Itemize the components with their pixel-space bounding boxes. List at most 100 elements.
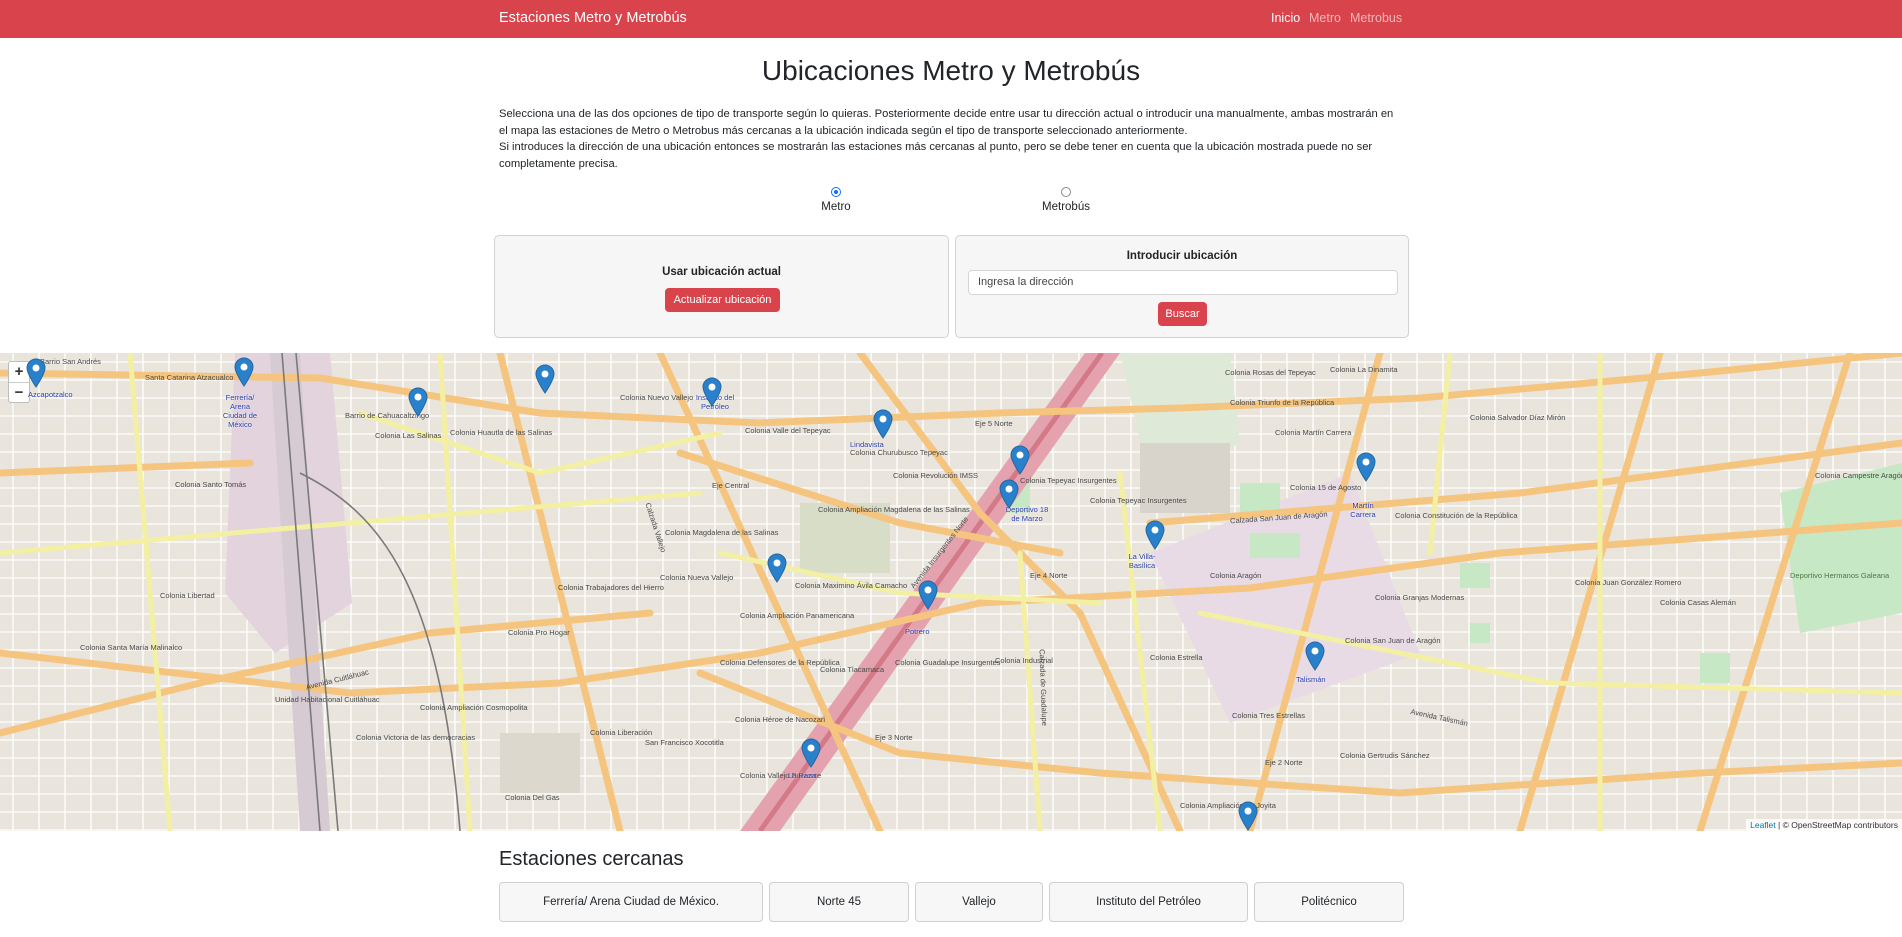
map-label: Colonia Victoria de las democracias (356, 733, 476, 742)
station-marker-icon[interactable] (1238, 801, 1258, 831)
map-label: Colonia 15 de Agosto (1290, 483, 1362, 492)
address-input[interactable]: Ingresa la dirección (968, 270, 1398, 295)
station-label: La Villa-Basílica (1128, 552, 1156, 570)
station-marker-icon[interactable] (702, 377, 722, 407)
map-label: Colonia Del Gas (505, 793, 560, 802)
station-label: Azcapotzalco (28, 390, 73, 399)
nearby-station-item[interactable]: Ferrería/ Arena Ciudad de México. (499, 882, 763, 922)
attribution-text: | © OpenStreetMap contributors (1778, 820, 1898, 830)
station-marker-icon[interactable] (873, 409, 893, 439)
nearby-station-item[interactable]: Vallejo (915, 882, 1043, 922)
navbar-brand[interactable]: Estaciones Metro y Metrobús (499, 10, 687, 26)
map-label: Colonia Granjas Modernas (1375, 593, 1465, 602)
station-marker-icon[interactable] (801, 738, 821, 768)
map-label: Colonia Tepeyac Insurgentes (1020, 476, 1117, 485)
station-marker-icon[interactable] (1145, 520, 1165, 550)
radio-metro[interactable]: Metro (796, 187, 876, 213)
map-attribution: Leaflet | © OpenStreetMap contributors (1746, 819, 1902, 831)
map-label: San Francisco Xocotitla (645, 738, 724, 747)
map-label: Colonia Churubusco Tepeyac (850, 448, 948, 457)
map-label: Colonia Las Salinas (375, 431, 442, 440)
map-label: Colonia Nueva Vallejo (660, 573, 734, 582)
map-label: Colonia Libertad (160, 591, 215, 600)
map-label: Santa Catarina Atzacualco (145, 373, 234, 382)
nearby-station-item[interactable]: Norte 45 (769, 882, 909, 922)
nav-link-metro[interactable]: Metro (1309, 11, 1341, 25)
station-marker-icon[interactable] (408, 387, 428, 417)
station-marker-icon[interactable] (1305, 641, 1325, 671)
map-tiles[interactable] (0, 353, 1902, 831)
map-label: Colonia Tepeyac Insurgentes (1090, 496, 1187, 505)
station-marker-icon[interactable] (767, 553, 787, 583)
station-marker-icon[interactable] (1010, 445, 1030, 475)
map-label: Eje 4 Norte (1030, 571, 1068, 580)
map[interactable]: + − Barrio San Andrés Santa Catarina Atz… (0, 353, 1902, 831)
map-label: Colonia Ampliación Panamericana (740, 611, 855, 620)
map-label: Colonia Revolución IMSS (893, 471, 979, 480)
map-label: Colonia Huautla de las Salinas (450, 428, 553, 437)
intro-text: Selecciona una de las dos opciones de ti… (499, 106, 1404, 172)
map-label: Colonia Ampliación Cosmopolita (420, 703, 528, 712)
nearby-station-item[interactable]: Instituto del Petróleo (1049, 882, 1248, 922)
search-button[interactable]: Buscar (1158, 302, 1207, 326)
nearby-stations-title: Estaciones cercanas (499, 848, 684, 870)
radio-metrobus-input[interactable] (1061, 187, 1071, 197)
map-label: Colonia Valle del Tepeyac (745, 426, 831, 435)
nearby-station-item[interactable]: Politécnico (1254, 882, 1404, 922)
map-label: Colonia Héroe de Nacozari (735, 715, 826, 724)
map-label: Colonia Rosas del Tepeyac (1225, 368, 1316, 377)
station-label: Ferrería/ Arena Ciudad de México (222, 393, 258, 429)
station-label: Talismán (1296, 675, 1326, 684)
radio-metro-label[interactable]: Metro (796, 201, 876, 213)
nav-link-inicio[interactable]: Inicio (1271, 11, 1300, 25)
map-label: Colonia Trabajadores del Hierro (558, 583, 664, 592)
map-label: Colonia Aragón (1210, 571, 1262, 580)
station-label: Lindavista (850, 440, 884, 449)
station-marker-icon[interactable] (999, 479, 1019, 509)
current-location-card: Usar ubicación actual Actualizar ubicaci… (494, 235, 949, 338)
station-marker-icon[interactable] (26, 358, 46, 388)
map-label: Colonia Martín Carrera (1275, 428, 1352, 437)
intro-paragraph-2: Si introduces la dirección de una ubicac… (499, 141, 1373, 170)
map-label: Colonia Ampliación Magdalena de las Sali… (818, 505, 970, 514)
station-marker-icon[interactable] (1356, 452, 1376, 482)
map-label: Colonia Constitución de la República (1395, 511, 1518, 520)
map-label: Eje 3 Norte (875, 733, 913, 742)
radio-metro-input[interactable] (831, 187, 841, 197)
station-label: Potrero (905, 627, 930, 636)
map-label: Deportivo Hermanos Galeana (1790, 571, 1890, 580)
radio-metrobus[interactable]: Metrobús (1026, 187, 1106, 213)
radio-metrobus-label[interactable]: Metrobús (1026, 201, 1106, 213)
map-label: Barrio San Andrés (40, 357, 101, 366)
map-label: Colonia Tlacamaca (820, 665, 885, 674)
map-label: Colonia Salvador Díaz Mirón (1470, 413, 1566, 422)
map-label: Colonia Pro Hogar (508, 628, 570, 637)
map-label: Colonia Santa María Malinalco (80, 643, 183, 652)
station-marker-icon[interactable] (918, 580, 938, 610)
map-label: Colonia Guadalupe Insurgentes (895, 658, 1001, 667)
station-marker-icon[interactable] (234, 357, 254, 387)
map-label: Colonia Ampliación La Joyita (1180, 801, 1276, 810)
map-label: Colonia Liberación (590, 728, 653, 737)
leaflet-link[interactable]: Leaflet (1750, 820, 1776, 830)
map-label: Colonia Santo Tomás (175, 480, 247, 489)
map-label: Colonia Juan González Romero (1575, 578, 1682, 587)
manual-location-card: Introducir ubicación Ingresa la direcció… (955, 235, 1409, 338)
map-label: Colonia Triunfo de la República (1230, 398, 1335, 407)
station-label: La Raza (788, 771, 816, 780)
map-label: Colonia Gertrudis Sánchez (1340, 751, 1430, 760)
navbar: Estaciones Metro y Metrobús Inicio Metro… (0, 0, 1902, 38)
page-title: Ubicaciones Metro y Metrobús (761, 55, 1141, 86)
current-location-title: Usar ubicación actual (662, 266, 781, 278)
map-label: Colonia Magdalena de las Salinas (665, 528, 779, 537)
station-marker-icon[interactable] (535, 364, 555, 394)
map-label: Colonia San Juan de Aragón (1345, 636, 1441, 645)
update-location-button[interactable]: Actualizar ubicación (665, 288, 780, 312)
map-label: Colonia Nuevo Vallejo (620, 393, 694, 402)
nav-link-metrobus[interactable]: Metrobus (1350, 11, 1402, 25)
map-label: Colonia Estrella (1150, 653, 1203, 662)
map-label: Eje 5 Norte (975, 419, 1013, 428)
manual-location-title: Introducir ubicación (1126, 250, 1238, 262)
map-label: Colonia Casas Alemán (1660, 598, 1736, 607)
map-label: Eje Central (712, 481, 750, 490)
